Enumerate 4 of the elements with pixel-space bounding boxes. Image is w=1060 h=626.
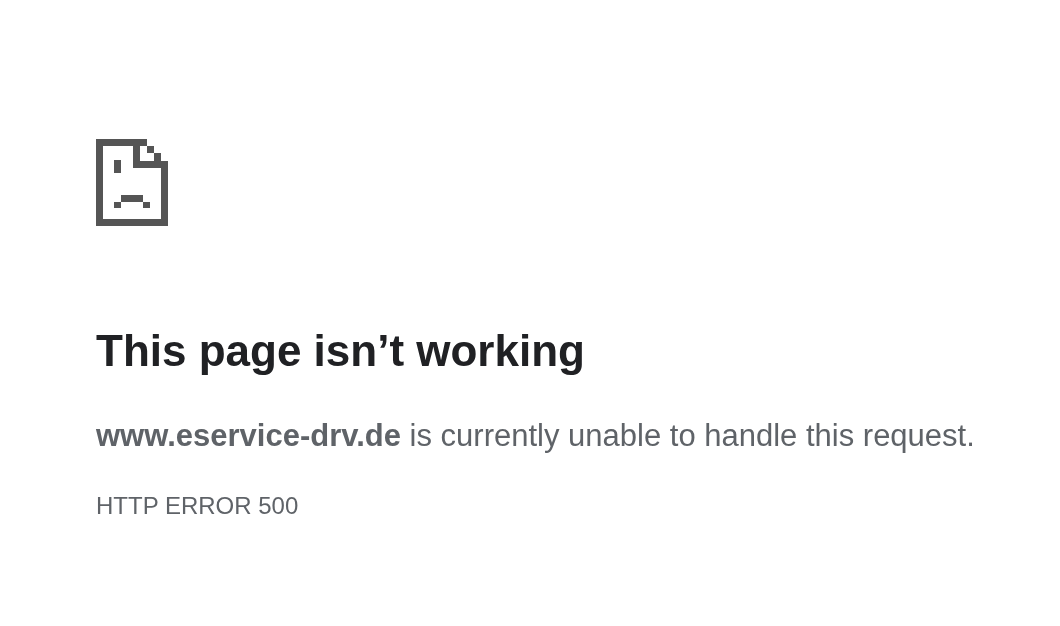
error-code: HTTP ERROR 500	[96, 492, 299, 521]
error-heading: This page isn’t working	[96, 325, 585, 377]
sad-document-icon	[96, 139, 168, 226]
error-message: www.eservice-drv.de is currently unable to handle this request.	[96, 416, 975, 454]
